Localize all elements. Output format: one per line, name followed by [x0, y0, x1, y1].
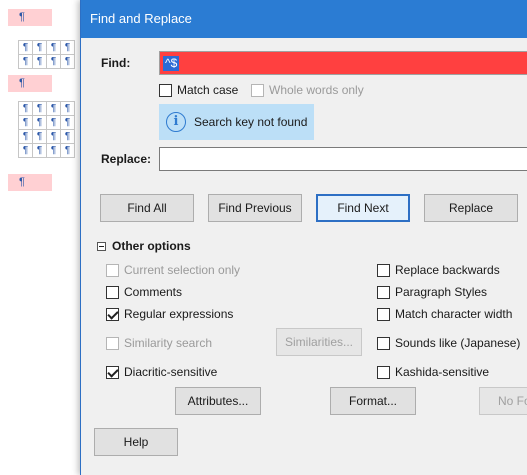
info-text: Search key not found — [194, 115, 308, 129]
match-character-width-checkbox[interactable]: Match character width — [377, 307, 512, 321]
diacritic-sensitive-checkbox[interactable]: Diacritic-sensitive — [106, 365, 217, 379]
pilcrow-mark: ¶ — [19, 77, 25, 89]
collapse-icon[interactable] — [97, 241, 106, 251]
kashida-sensitive-label: Kashida-sensitive — [395, 365, 490, 379]
sounds-like-box[interactable] — [377, 336, 390, 350]
document-area: ¶ ¶ ¶ ¶ ¶ ¶ ¶ ¶ ¶ ¶ ¶ ¶ ¶ ¶ ¶ ¶ ¶ ¶ ¶ ¶ ¶ ¶ ¶ ¶ ¶ ¶ ¶ — [0, 0, 80, 475]
kashida-sensitive-checkbox[interactable]: Kashida-sensitive — [377, 365, 489, 379]
attributes-button[interactable]: Attributes... — [175, 387, 261, 415]
replace-backwards-checkbox[interactable]: Replace backwards — [377, 263, 500, 277]
current-selection-checkbox[interactable]: Current selection only — [106, 263, 240, 277]
match-character-width-label: Match character width — [395, 307, 513, 321]
no-format-button[interactable]: No Fo — [479, 387, 527, 415]
replace-button[interactable]: Replace — [424, 194, 518, 222]
document-table: ¶ ¶ ¶ ¶ ¶ ¶ ¶ ¶ ¶ ¶ ¶ ¶ ¶ ¶ ¶ ¶ — [18, 101, 75, 158]
match-character-width-box[interactable] — [377, 307, 390, 321]
diacritic-sensitive-box[interactable] — [106, 365, 119, 379]
whole-words-label: Whole words only — [269, 83, 364, 97]
similarity-search-label: Similarity search — [124, 336, 213, 350]
replace-label: Replace: — [101, 152, 152, 166]
similarity-search-box[interactable] — [106, 336, 119, 350]
current-selection-box[interactable] — [106, 263, 119, 277]
pilcrow-mark: ¶ — [19, 176, 25, 188]
find-input[interactable]: ^$ — [159, 51, 527, 75]
paragraph-styles-label: Paragraph Styles — [395, 285, 488, 299]
highlighted-paragraph — [8, 75, 52, 92]
replace-backwards-label: Replace backwards — [395, 263, 500, 277]
comments-checkbox[interactable]: Comments — [106, 285, 182, 299]
info-message: i Search key not found — [159, 104, 314, 140]
info-icon: i — [166, 112, 186, 132]
find-label: Find: — [101, 56, 131, 70]
current-selection-label: Current selection only — [124, 263, 241, 277]
regular-expressions-checkbox[interactable]: Regular expressions — [106, 307, 233, 321]
paragraph-styles-box[interactable] — [377, 285, 390, 299]
regular-expressions-box[interactable] — [106, 307, 119, 321]
similarity-search-checkbox[interactable]: Similarity search — [106, 336, 212, 350]
comments-box[interactable] — [106, 285, 119, 299]
help-button[interactable]: Help — [94, 428, 178, 456]
other-options-toggle[interactable]: Other options — [97, 239, 191, 253]
match-case-checkbox[interactable]: Match case — [159, 83, 238, 97]
whole-words-box[interactable] — [251, 83, 264, 97]
regular-expressions-label: Regular expressions — [124, 307, 234, 321]
dialog-title: Find and Replace — [81, 0, 527, 38]
format-button[interactable]: Format... — [330, 387, 416, 415]
highlighted-paragraph — [8, 174, 52, 191]
paragraph-styles-checkbox[interactable]: Paragraph Styles — [377, 285, 487, 299]
find-previous-button[interactable]: Find Previous — [208, 194, 302, 222]
find-replace-dialog: Find and Replace Find: ^$ Match case Who… — [80, 0, 527, 475]
whole-words-checkbox[interactable]: Whole words only — [251, 83, 364, 97]
comments-label: Comments — [124, 285, 183, 299]
other-options-label: Other options — [112, 239, 191, 253]
highlighted-paragraph — [8, 9, 52, 26]
replace-input[interactable] — [159, 147, 527, 171]
document-table: ¶ ¶ ¶ ¶ ¶ ¶ ¶ ¶ — [18, 40, 75, 69]
sounds-like-label: Sounds like (Japanese) — [395, 336, 521, 350]
match-case-label: Match case — [177, 83, 239, 97]
find-input-selection: ^$ — [163, 56, 180, 71]
sounds-like-checkbox[interactable]: Sounds like (Japanese) — [377, 336, 520, 350]
pilcrow-mark: ¶ — [19, 11, 25, 23]
similarities-button[interactable]: Similarities... — [276, 328, 362, 356]
replace-backwards-box[interactable] — [377, 263, 390, 277]
match-case-box[interactable] — [159, 83, 172, 97]
find-all-button[interactable]: Find All — [100, 194, 194, 222]
kashida-sensitive-box[interactable] — [377, 365, 390, 379]
diacritic-sensitive-label: Diacritic-sensitive — [124, 365, 218, 379]
find-next-button[interactable]: Find Next — [316, 194, 410, 222]
